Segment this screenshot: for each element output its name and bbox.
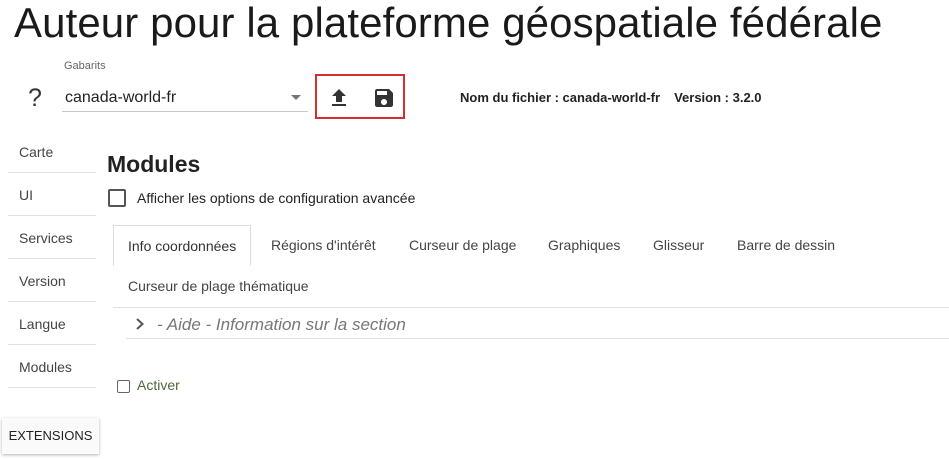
section-help-toggle[interactable]: - Aide - Information sur la section — [157, 315, 406, 335]
sidebar-item-ui[interactable]: UI — [8, 174, 96, 216]
sidebar-item-modules[interactable]: Modules — [8, 346, 96, 388]
advanced-options-checkbox[interactable] — [108, 189, 126, 207]
templates-select[interactable]: canada-world-fr — [62, 84, 308, 112]
tab-glisseur[interactable]: Glisseur — [653, 225, 704, 265]
save-icon[interactable] — [372, 86, 396, 110]
sidebar-item-carte[interactable]: Carte — [8, 131, 96, 173]
templates-label: Gabarits — [64, 60, 106, 72]
sidebar-item-langue[interactable]: Langue — [8, 303, 96, 345]
chevron-down-icon — [291, 95, 301, 100]
upload-icon[interactable] — [327, 86, 351, 110]
file-version: Version : 3.2.0 — [674, 90, 762, 105]
tab-curseur-de-plage-thematique[interactable]: Curseur de plage thématique — [128, 266, 309, 306]
tab-regions-interet[interactable]: Régions d'intérêt — [271, 225, 376, 265]
sidebar-item-services[interactable]: Services — [8, 217, 96, 259]
section-title: Modules — [107, 151, 201, 177]
page-title: Auteur pour la plateforme géospatiale fé… — [14, 0, 883, 46]
tab-info-coordonnees[interactable]: Info coordonnées — [113, 225, 252, 266]
help-icon[interactable]: ? — [28, 84, 42, 113]
file-info: Nom du fichier : canada-world-fr Version … — [460, 90, 762, 105]
activate-checkbox[interactable] — [117, 380, 130, 393]
file-actions-group — [315, 74, 405, 119]
help-divider — [126, 338, 949, 339]
advanced-options-label: Afficher les options de configuration av… — [137, 190, 416, 206]
chevron-right-icon[interactable] — [134, 316, 146, 332]
activate-label: Activer — [137, 377, 180, 393]
templates-select-value: canada-world-fr — [65, 89, 177, 106]
tabs-divider — [113, 307, 949, 308]
tab-curseur-de-plage[interactable]: Curseur de plage — [409, 225, 516, 265]
file-name: Nom du fichier : canada-world-fr — [460, 90, 661, 105]
tab-barre-de-dessin[interactable]: Barre de dessin — [737, 225, 835, 265]
sidebar-item-version[interactable]: Version — [8, 260, 96, 302]
tab-graphiques[interactable]: Graphiques — [548, 225, 620, 265]
extensions-button[interactable]: EXTENSIONS — [2, 418, 99, 454]
